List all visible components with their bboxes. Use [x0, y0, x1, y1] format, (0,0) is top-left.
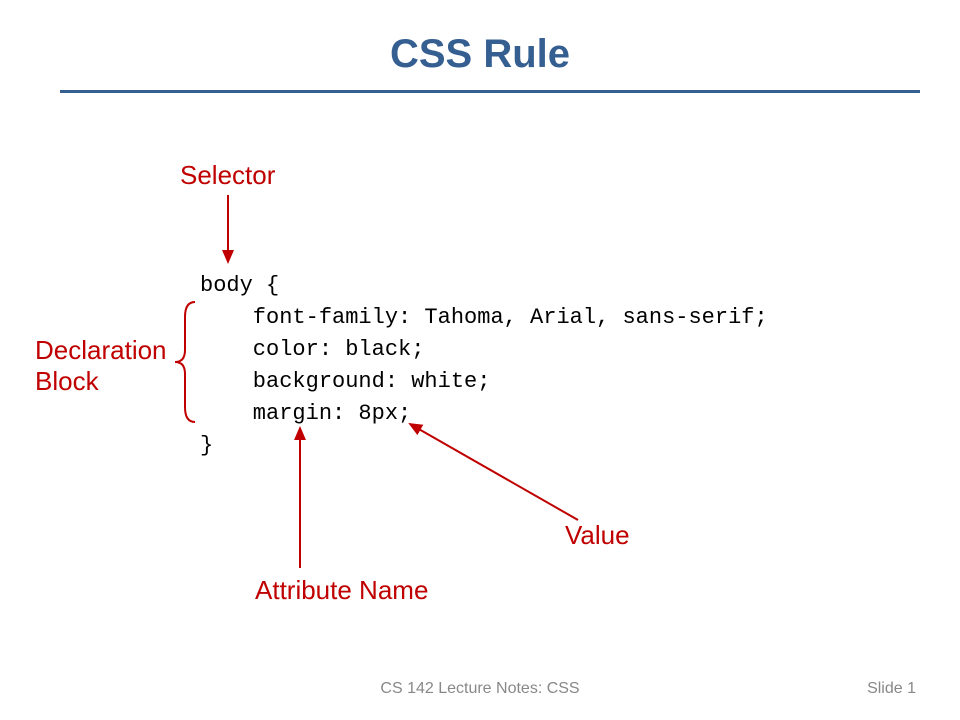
footer-course: CS 142 Lecture Notes: CSS — [0, 680, 960, 698]
footer-slide-number: Slide 1 — [867, 680, 916, 698]
brace-declaration-block — [175, 302, 195, 422]
arrow-value — [410, 424, 578, 520]
annotation-arrows — [0, 0, 960, 720]
slide: CSS Rule Selector Declaration Block Attr… — [0, 0, 960, 720]
